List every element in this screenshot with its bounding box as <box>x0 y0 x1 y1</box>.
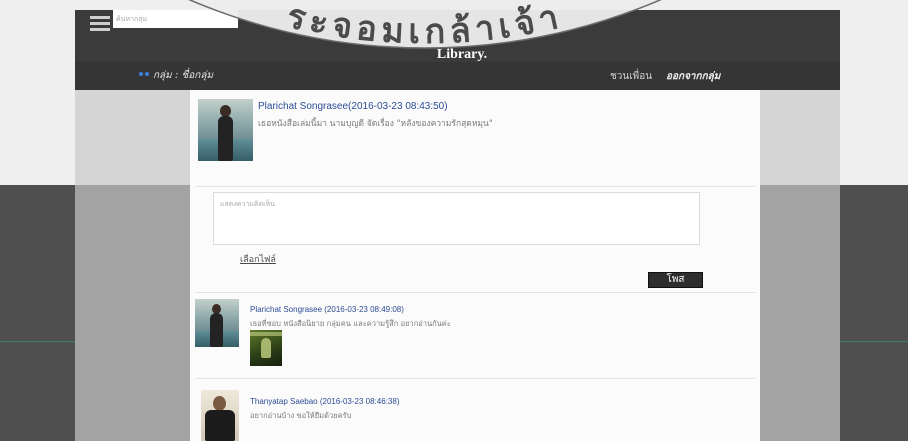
divider-line <box>0 341 75 342</box>
avatar[interactable] <box>198 99 253 161</box>
post-button[interactable]: โพส <box>648 272 703 288</box>
divider-line <box>840 341 908 342</box>
post-divider <box>195 378 755 379</box>
bullet-dots-icon <box>139 72 151 77</box>
post-divider <box>195 186 755 187</box>
photo-figure <box>210 313 223 347</box>
post-body: อยากอ่านบ้าง ขอให้ยืมด้วยครับ <box>250 411 352 420</box>
post-divider <box>195 292 755 293</box>
post-author[interactable]: Plarichat Songrasee (2016-03-23 08:49:08… <box>250 305 404 314</box>
outer-margin-right <box>840 185 908 441</box>
photo-figure <box>218 116 233 161</box>
avatar[interactable] <box>201 390 239 441</box>
choose-file-link[interactable]: เลือกไฟล์ <box>240 252 276 266</box>
outer-margin-left <box>0 185 75 441</box>
comment-input[interactable] <box>213 192 700 245</box>
post-body: เธอที่ชอบ หนังสือนิยาย กลุ่มคน และความรู… <box>250 319 451 328</box>
post-author[interactable]: Plarichat Songrasee(2016-03-23 08:43:50) <box>258 101 448 112</box>
search-input[interactable] <box>113 10 238 28</box>
book-cover-image[interactable] <box>250 330 282 366</box>
menu-button[interactable] <box>89 15 111 32</box>
photo-figure <box>205 410 235 441</box>
page-title: Library. <box>436 47 488 62</box>
invite-friends-link[interactable]: ชวนเพื่อน <box>610 69 652 84</box>
avatar[interactable] <box>195 299 239 347</box>
hamburger-icon <box>90 16 110 31</box>
post-author[interactable]: Thanyatap Saebao (2016-03-23 08:46:38) <box>250 397 399 406</box>
photo-figure <box>213 396 226 411</box>
post-body: เธอหนังสือเล่มนี้มา นามบุญดี จัดเรื่อง "… <box>258 119 493 129</box>
book-cover-figure <box>261 338 271 358</box>
leave-group-link[interactable]: ออกจากกลุ่ม <box>666 69 720 84</box>
book-title-band <box>250 332 282 336</box>
group-name-link[interactable]: กลุ่ม : ชื่อกลุ่ม <box>153 68 213 83</box>
